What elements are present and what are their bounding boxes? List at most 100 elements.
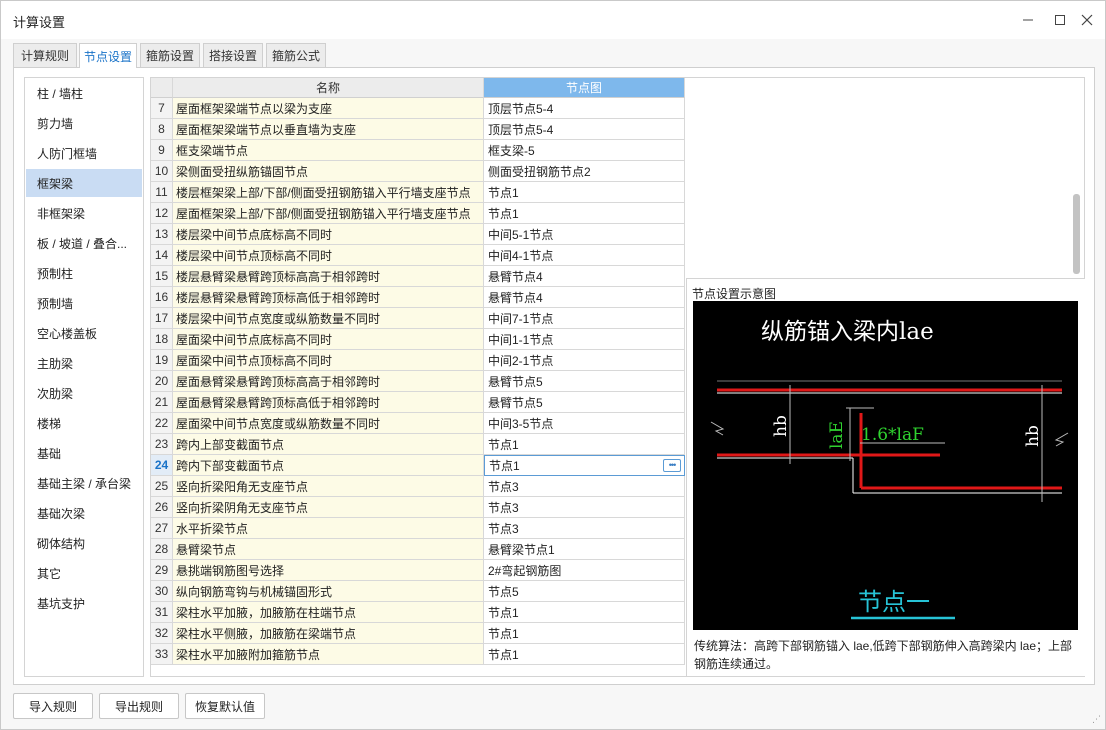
- row-node[interactable]: 悬臂节点4: [484, 266, 685, 287]
- row-node[interactable]: 中间3-5节点: [484, 413, 685, 434]
- row-node[interactable]: 节点1: [484, 623, 685, 644]
- row-number: 15: [151, 266, 173, 287]
- row-name: 梁柱水平侧腋，加腋筋在梁端节点: [173, 623, 484, 644]
- restore-defaults-button[interactable]: 恢复默认值: [185, 693, 265, 719]
- table-row[interactable]: 7 屋面框架梁端节点以梁为支座 顶层节点5-4: [151, 98, 685, 119]
- row-name: 跨内上部变截面节点: [173, 434, 484, 455]
- table-row[interactable]: 14 楼层梁中间节点顶标高不同时 中间4-1节点: [151, 245, 685, 266]
- row-node[interactable]: 中间2-1节点: [484, 350, 685, 371]
- category-item[interactable]: 楼梯: [26, 409, 142, 437]
- vertical-scrollbar[interactable]: [1073, 194, 1080, 274]
- row-node[interactable]: 中间5-1节点: [484, 224, 685, 245]
- category-item[interactable]: 主肋梁: [26, 349, 142, 377]
- table-row[interactable]: 10 梁侧面受扭纵筋锚固节点 侧面受扭钢筋节点2: [151, 161, 685, 182]
- row-node[interactable]: 2#弯起钢筋图: [484, 560, 685, 581]
- table-row[interactable]: 9 框支梁端节点 框支梁-5: [151, 140, 685, 161]
- tab-lap-settings[interactable]: 搭接设置: [203, 43, 263, 67]
- row-node[interactable]: 侧面受扭钢筋节点2: [484, 161, 685, 182]
- row-node[interactable]: 悬臂节点5: [484, 371, 685, 392]
- table-row[interactable]: 21 屋面悬臂梁悬臂跨顶标高低于相邻跨时 悬臂节点5: [151, 392, 685, 413]
- table-row[interactable]: 32 梁柱水平侧腋，加腋筋在梁端节点 节点1: [151, 623, 685, 644]
- category-item[interactable]: 预制柱: [26, 259, 142, 287]
- tab-calc-rules[interactable]: 计算规则: [13, 43, 77, 67]
- table-row[interactable]: 23 跨内上部变截面节点 节点1: [151, 434, 685, 455]
- ellipsis-icon[interactable]: •••: [663, 459, 681, 472]
- tab-stirrup-settings[interactable]: 箍筋设置: [140, 43, 200, 67]
- close-icon[interactable]: [1076, 9, 1098, 31]
- table-row[interactable]: 25 竖向折梁阳角无支座节点 节点3: [151, 476, 685, 497]
- table-row[interactable]: 20 屋面悬臂梁悬臂跨顶标高高于相邻跨时 悬臂节点5: [151, 371, 685, 392]
- row-node[interactable]: 节点3: [484, 476, 685, 497]
- row-node[interactable]: 中间1-1节点: [484, 329, 685, 350]
- row-node-editor[interactable]: 节点1 •••: [484, 455, 685, 476]
- category-item-selected[interactable]: 框架梁: [26, 169, 142, 197]
- category-item[interactable]: 空心楼盖板: [26, 319, 142, 347]
- column-header-node[interactable]: 节点图: [484, 78, 685, 98]
- table-row[interactable]: 18 屋面梁中间节点底标高不同时 中间1-1节点: [151, 329, 685, 350]
- row-node[interactable]: 节点3: [484, 518, 685, 539]
- table-row[interactable]: 26 竖向折梁阴角无支座节点 节点3: [151, 497, 685, 518]
- row-number: 9: [151, 140, 173, 161]
- row-node[interactable]: 中间4-1节点: [484, 245, 685, 266]
- table-row[interactable]: 17 楼层梁中间节点宽度或纵筋数量不同时 中间7-1节点: [151, 308, 685, 329]
- row-node[interactable]: 节点1: [484, 644, 685, 665]
- row-node[interactable]: 悬臂节点4: [484, 287, 685, 308]
- table-row[interactable]: 19 屋面梁中间节点顶标高不同时 中间2-1节点: [151, 350, 685, 371]
- tab-node-settings[interactable]: 节点设置: [79, 43, 137, 68]
- resize-grip-icon[interactable]: ⋰: [1092, 714, 1101, 725]
- category-item[interactable]: 板 / 坡道 / 叠合...: [26, 229, 142, 257]
- category-item[interactable]: 剪力墙: [26, 109, 142, 137]
- category-item[interactable]: 柱 / 墙柱: [26, 79, 142, 107]
- table-row[interactable]: 15 楼层悬臂梁悬臂跨顶标高高于相邻跨时 悬臂节点4: [151, 266, 685, 287]
- row-node[interactable]: 顶层节点5-4: [484, 119, 685, 140]
- row-node[interactable]: 顶层节点5-4: [484, 98, 685, 119]
- category-item[interactable]: 非框架梁: [26, 199, 142, 227]
- category-item[interactable]: 其它: [26, 559, 142, 587]
- category-item[interactable]: 基础主梁 / 承台梁: [26, 469, 142, 497]
- diagram-heading: 纵筋锚入梁内lae: [761, 319, 934, 345]
- category-item[interactable]: 人防门框墙: [26, 139, 142, 167]
- row-number: 10: [151, 161, 173, 182]
- row-node[interactable]: 框支梁-5: [484, 140, 685, 161]
- table-row[interactable]: 31 梁柱水平加腋，加腋筋在柱端节点 节点1: [151, 602, 685, 623]
- row-number: 8: [151, 119, 173, 140]
- row-node[interactable]: 悬臂节点5: [484, 392, 685, 413]
- category-item[interactable]: 基础: [26, 439, 142, 467]
- row-number: 7: [151, 98, 173, 119]
- table-row[interactable]: 27 水平折梁节点 节点3: [151, 518, 685, 539]
- category-item[interactable]: 次肋梁: [26, 379, 142, 407]
- table-row[interactable]: 16 楼层悬臂梁悬臂跨顶标高低于相邻跨时 悬臂节点4: [151, 287, 685, 308]
- row-name: 楼层梁中间节点底标高不同时: [173, 224, 484, 245]
- export-rules-button[interactable]: 导出规则: [99, 693, 179, 719]
- column-header-name[interactable]: 名称: [173, 78, 484, 98]
- row-node[interactable]: 悬臂梁节点1: [484, 539, 685, 560]
- table-row[interactable]: 22 屋面梁中间节点宽度或纵筋数量不同时 中间3-5节点: [151, 413, 685, 434]
- category-item[interactable]: 基坑支护: [26, 589, 142, 617]
- table-row[interactable]: 11 楼层框架梁上部/下部/侧面受扭钢筋锚入平行墙支座节点 节点1: [151, 182, 685, 203]
- row-name: 楼层悬臂梁悬臂跨顶标高低于相邻跨时: [173, 287, 484, 308]
- table-row-selected[interactable]: 24 跨内下部变截面节点 节点1 •••: [151, 455, 685, 476]
- table-row[interactable]: 28 悬臂梁节点 悬臂梁节点1: [151, 539, 685, 560]
- maximize-icon[interactable]: [1049, 9, 1071, 31]
- row-node-value[interactable]: 节点1: [489, 457, 520, 474]
- row-node[interactable]: 节点5: [484, 581, 685, 602]
- tab-stirrup-formula[interactable]: 箍筋公式: [266, 43, 326, 67]
- table-row[interactable]: 8 屋面框架梁端节点以垂直墙为支座 顶层节点5-4: [151, 119, 685, 140]
- row-node[interactable]: 节点1: [484, 182, 685, 203]
- row-node[interactable]: 节点3: [484, 497, 685, 518]
- import-rules-button[interactable]: 导入规则: [13, 693, 93, 719]
- row-node[interactable]: 中间7-1节点: [484, 308, 685, 329]
- table-row[interactable]: 30 纵向钢筋弯钩与机械锚固形式 节点5: [151, 581, 685, 602]
- minimize-icon[interactable]: [1017, 9, 1039, 31]
- row-node[interactable]: 节点1: [484, 203, 685, 224]
- category-item[interactable]: 预制墙: [26, 289, 142, 317]
- row-node[interactable]: 节点1: [484, 602, 685, 623]
- category-item[interactable]: 砌体结构: [26, 529, 142, 557]
- table-row[interactable]: 13 楼层梁中间节点底标高不同时 中间5-1节点: [151, 224, 685, 245]
- row-node[interactable]: 节点1: [484, 434, 685, 455]
- table-row[interactable]: 29 悬挑端钢筋图号选择 2#弯起钢筋图: [151, 560, 685, 581]
- category-item[interactable]: 基础次梁: [26, 499, 142, 527]
- table-row[interactable]: 33 梁柱水平加腋附加箍筋节点 节点1: [151, 644, 685, 665]
- table-row[interactable]: 12 屋面框架梁上部/下部/侧面受扭钢筋锚入平行墙支座节点 节点1: [151, 203, 685, 224]
- node-grid: 名称 节点图 7 屋面框架梁端节点以梁为支座 顶层节点5-4 8 屋面框架梁端节点以垂…: [150, 77, 1085, 677]
